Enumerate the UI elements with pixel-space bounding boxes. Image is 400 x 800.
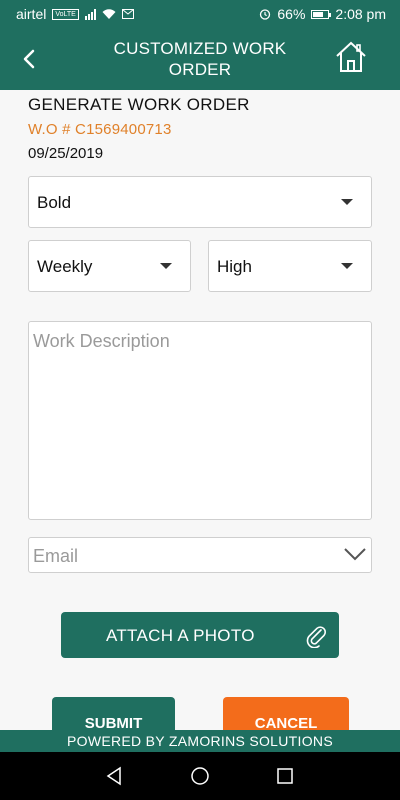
signal-icon: [84, 8, 96, 20]
frequency-select-value: Weekly: [37, 257, 93, 276]
dropdown-arrow-icon: [341, 263, 353, 269]
home-icon[interactable]: [334, 40, 368, 74]
work-description-field[interactable]: Work Description: [28, 321, 372, 520]
nav-back-icon[interactable]: [104, 766, 124, 786]
work-description-placeholder: Work Description: [33, 331, 170, 351]
attach-photo-label: ATTACH A PHOTO: [106, 626, 255, 645]
page-title: CUSTOMIZED WORK ORDER: [113, 39, 287, 79]
nav-home-icon[interactable]: [190, 766, 210, 786]
dropdown-arrow-icon: [160, 263, 172, 269]
footer-banner: POWERED BY ZAMORINS SOLUTIONS: [0, 730, 400, 752]
form-content: GENERATE WORK ORDER W.O # C1569400713 09…: [0, 90, 400, 737]
system-nav-bar: [0, 752, 400, 800]
work-order-date: 09/25/2019: [28, 145, 104, 162]
network-badge: VoLTE: [52, 8, 79, 20]
clock: 2:08 pm: [335, 6, 386, 22]
wifi-icon: [102, 8, 116, 19]
nav-recents-icon[interactable]: [275, 766, 295, 786]
frequency-select[interactable]: Weekly: [28, 240, 191, 292]
dropdown-arrow-icon: [341, 199, 353, 205]
email-placeholder: Email: [33, 546, 79, 566]
category-select[interactable]: Bold: [28, 176, 372, 228]
status-left: airtel VoLTE: [16, 6, 134, 22]
priority-select[interactable]: High: [208, 240, 372, 292]
battery-percent: 66%: [277, 6, 306, 22]
battery-icon: [311, 9, 332, 19]
priority-select-value: High: [217, 257, 252, 276]
alarm-icon: [260, 9, 271, 20]
status-bar: airtel VoLTE 66% 2:08 pm: [0, 0, 400, 28]
work-order-number: W.O # C1569400713: [28, 121, 172, 138]
carrier-label: airtel: [16, 6, 47, 22]
app-bar: CUSTOMIZED WORK ORDER: [0, 28, 400, 90]
form-heading: GENERATE WORK ORDER: [28, 95, 250, 114]
attach-photo-button[interactable]: ATTACH A PHOTO: [61, 612, 339, 658]
mail-icon: [121, 9, 134, 19]
chevron-down-icon[interactable]: [343, 544, 367, 564]
paperclip-icon: [306, 626, 327, 648]
category-select-value: Bold: [37, 193, 72, 212]
back-arrow-icon[interactable]: [14, 44, 44, 74]
status-right: 66% 2:08 pm: [259, 6, 386, 22]
email-field[interactable]: Email: [28, 537, 372, 573]
